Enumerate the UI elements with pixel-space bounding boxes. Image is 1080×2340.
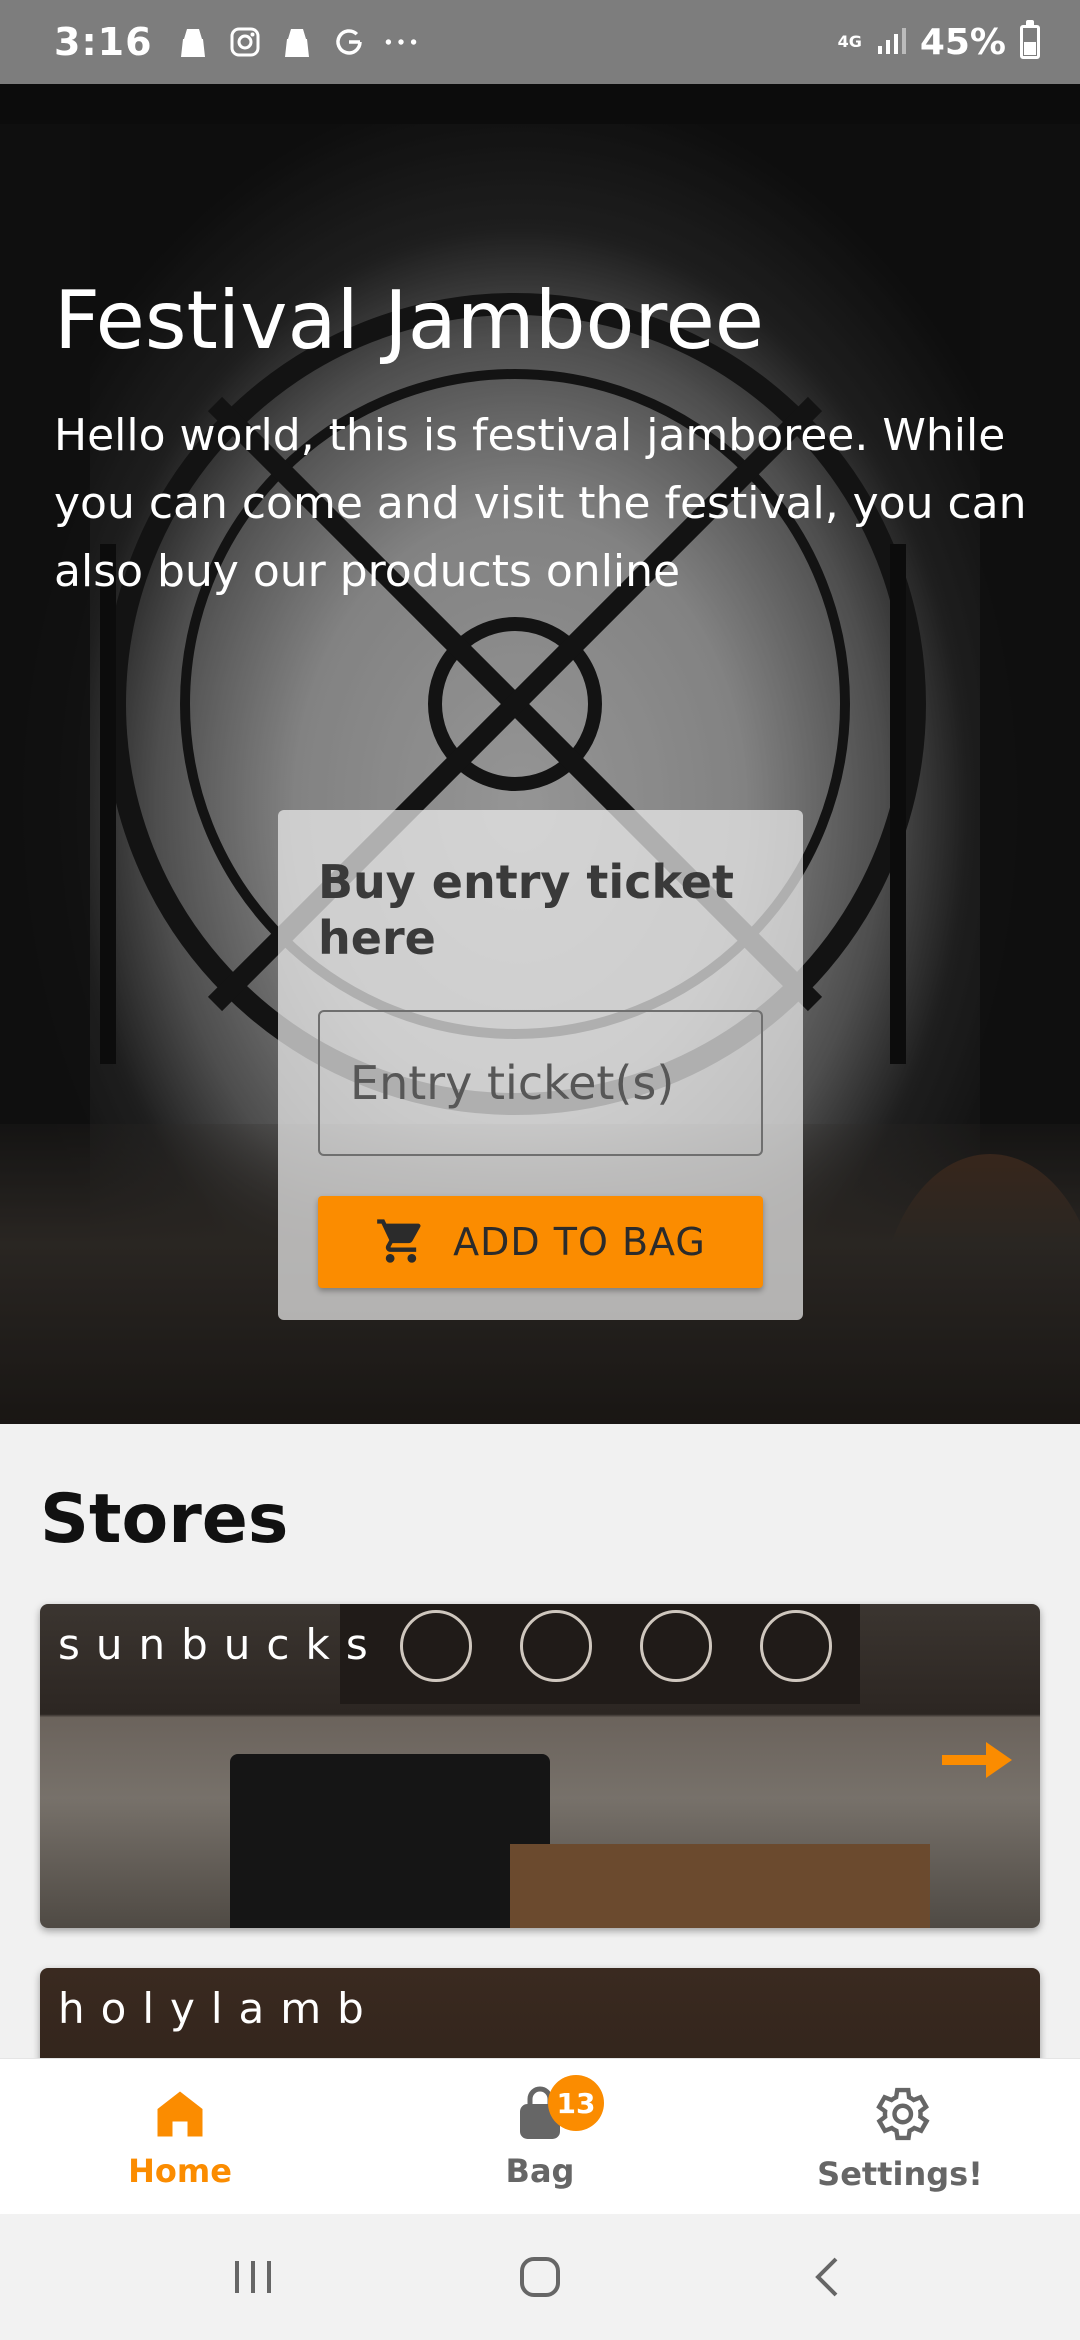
notification-icons: [175, 24, 419, 60]
more-icon: [383, 24, 419, 60]
espresso-machine-image: [230, 1754, 550, 1928]
add-to-bag-label: ADD TO BAG: [453, 1220, 706, 1264]
back-button[interactable]: [782, 2242, 872, 2312]
store-card-sunbucks[interactable]: sunbucks: [40, 1604, 1040, 1928]
hero-description: Hello world, this is festival jamboree. …: [54, 410, 1027, 597]
add-to-bag-button[interactable]: ADD TO BAG: [318, 1196, 763, 1288]
arrow-right-icon: [942, 1740, 1014, 1780]
nav-settings-label: Settings!: [817, 2154, 983, 2193]
counter-image: [510, 1844, 930, 1928]
status-left: 3:16: [54, 20, 419, 64]
cart-icon: [375, 1215, 427, 1270]
battery-icon: [1020, 20, 1040, 59]
google-icon: [331, 24, 367, 60]
instagram-icon: [227, 24, 263, 60]
nav-bag[interactable]: 13 Bag: [360, 2059, 720, 2214]
home-icon: [150, 2084, 210, 2148]
nav-settings[interactable]: Settings!: [720, 2059, 1080, 2214]
pilot-icon: [279, 24, 315, 60]
system-navigation: [0, 2214, 1080, 2340]
nav-home-label: Home: [128, 2151, 232, 2190]
status-time: 3:16: [54, 20, 153, 64]
nav-bag-label: Bag: [505, 2151, 575, 2190]
signal-icon: [876, 22, 906, 63]
network-type: 4G: [837, 32, 862, 51]
entry-ticket-input[interactable]: [318, 1010, 763, 1156]
battery-level: [1024, 42, 1036, 55]
bottom-navigation: Home 13 Bag Settings!: [0, 2058, 1080, 2214]
status-bar: 3:16 4G 45%: [0, 0, 1080, 84]
nav-home[interactable]: Home: [0, 2059, 360, 2214]
battery-percent: 45%: [919, 21, 1006, 63]
home-system-button[interactable]: [495, 2242, 585, 2312]
status-right: 4G 45%: [837, 20, 1040, 63]
store-image: [340, 1604, 860, 1704]
store-name: sunbucks: [58, 1620, 384, 1669]
bag-count-badge: 13: [548, 2075, 604, 2131]
gear-icon: [867, 2081, 933, 2151]
pilot-icon: [175, 24, 211, 60]
hero-banner: Festival Jamboree Hello world, this is f…: [0, 84, 1080, 1424]
page-title: Festival Jamboree: [54, 274, 764, 367]
store-name: holylamb: [58, 1984, 380, 2033]
stores-heading: Stores: [40, 1480, 289, 1559]
ticket-card: Buy entry ticket here ADD TO BAG: [278, 810, 803, 1320]
ticket-card-title: Buy entry ticket here: [318, 855, 734, 965]
recent-apps-button[interactable]: [208, 2242, 298, 2312]
